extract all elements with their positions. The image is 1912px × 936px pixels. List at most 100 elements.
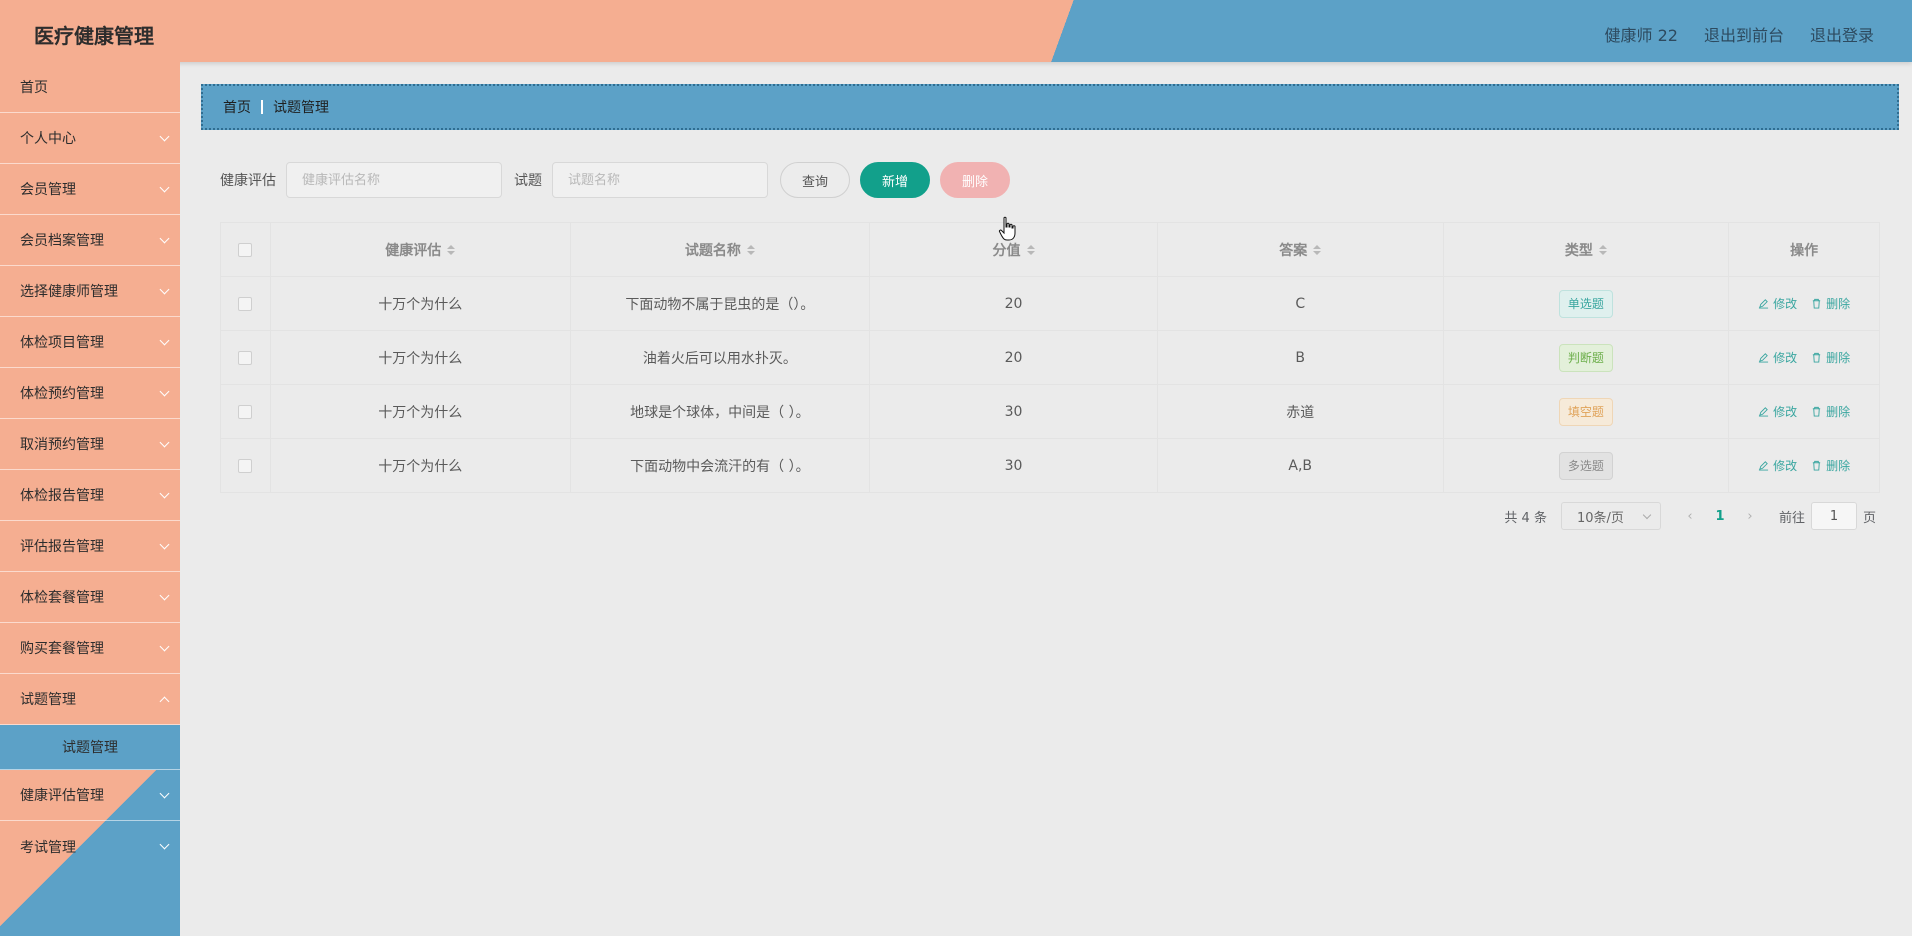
sidebar-item-label: 体检报告管理 xyxy=(20,488,104,504)
cell-question: 下面动物不属于昆虫的是（）。 xyxy=(571,277,871,330)
sort-icon[interactable] xyxy=(1313,244,1322,255)
delete-link[interactable]: 删除 xyxy=(1811,457,1850,474)
cell-actions: 修改 删除 xyxy=(1729,385,1879,438)
sort-icon[interactable] xyxy=(1598,244,1607,255)
sort-icon[interactable] xyxy=(1026,244,1035,255)
cell-assessment: 十万个为什么 xyxy=(271,277,571,330)
cell-assessment: 十万个为什么 xyxy=(271,439,571,492)
row-checkbox[interactable] xyxy=(238,350,253,365)
page-number[interactable]: 1 xyxy=(1705,509,1735,524)
cell-score: 30 xyxy=(870,439,1158,492)
chevron-down-icon xyxy=(159,233,170,244)
sidebar-item-select-advisor[interactable]: 选择健康师管理 xyxy=(0,266,180,317)
type-tag: 多选题 xyxy=(1558,451,1613,480)
edit-label: 修改 xyxy=(1773,297,1798,311)
select-all-checkbox[interactable] xyxy=(238,242,253,257)
prev-page-button[interactable]: ‹ xyxy=(1675,509,1705,524)
page-size-select[interactable]: 10条/页 xyxy=(1560,502,1661,530)
sidebar-item-exam-items[interactable]: 体检项目管理 xyxy=(0,317,180,368)
sidebar-item-exam-report[interactable]: 体检报告管理 xyxy=(0,470,180,521)
next-page-button[interactable]: › xyxy=(1735,509,1765,524)
table-row: 十万个为什么 下面动物不属于昆虫的是（）。 20 C 单选题 修改 删除 xyxy=(221,277,1879,331)
logout-link[interactable]: 退出登录 xyxy=(1810,22,1874,46)
sidebar-item-members[interactable]: 会员管理 xyxy=(0,164,180,215)
table-row: 十万个为什么 地球是个球体，中间是（ ）。 30 赤道 填空题 修改 删除 xyxy=(221,385,1879,439)
cell-answer: C xyxy=(1158,277,1444,330)
sidebar-item-label: 体检套餐管理 xyxy=(20,590,104,606)
row-checkbox[interactable] xyxy=(238,404,253,419)
sidebar-item-assess-report[interactable]: 评估报告管理 xyxy=(0,521,180,572)
question-search-input[interactable] xyxy=(552,162,768,198)
sidebar-item-home[interactable]: 首页 xyxy=(0,62,180,113)
type-tag: 填空题 xyxy=(1558,397,1613,426)
row-checkbox[interactable] xyxy=(238,458,253,473)
cell-type: 判断题 xyxy=(1444,331,1730,384)
sidebar-item-cancel-booking[interactable]: 取消预约管理 xyxy=(0,419,180,470)
table-row: 十万个为什么 下面动物中会流汗的有（ ）。 30 A,B 多选题 修改 删除 xyxy=(221,439,1879,492)
chevron-down-icon xyxy=(159,641,170,652)
cell-score: 20 xyxy=(870,331,1158,384)
chevron-down-icon xyxy=(159,839,170,850)
sidebar-item-member-files[interactable]: 会员档案管理 xyxy=(0,215,180,266)
sidebar-item-label: 取消预约管理 xyxy=(20,437,104,453)
sidebar-item-personal[interactable]: 个人中心 xyxy=(0,113,180,164)
trash-icon xyxy=(1812,298,1821,309)
column-header-assessment[interactable]: 健康评估 xyxy=(271,223,571,276)
total-count: 共 4 条 xyxy=(1504,510,1547,526)
sidebar-item-label: 会员档案管理 xyxy=(20,233,104,249)
goto-page-input[interactable] xyxy=(1810,502,1857,530)
edit-icon xyxy=(1758,299,1769,309)
goto-page: 前往 页 xyxy=(1779,502,1876,530)
query-button[interactable]: 查询 xyxy=(780,162,850,198)
hand-cursor-icon xyxy=(998,216,1016,241)
edit-label: 修改 xyxy=(1773,351,1798,365)
add-button[interactable]: 新增 xyxy=(860,162,930,198)
sidebar-item-packages[interactable]: 体检套餐管理 xyxy=(0,572,180,623)
edit-link[interactable]: 修改 xyxy=(1758,295,1797,312)
sidebar-item-label: 选择健康师管理 xyxy=(20,284,118,300)
sidebar-subitem-questions[interactable]: 试题管理 xyxy=(0,725,180,770)
edit-link[interactable]: 修改 xyxy=(1758,457,1797,474)
sidebar-item-label: 健康评估管理 xyxy=(20,788,104,804)
cell-answer: A,B xyxy=(1158,439,1444,492)
edit-link[interactable]: 修改 xyxy=(1758,403,1797,420)
sidebar-item-purchase-packages[interactable]: 购买套餐管理 xyxy=(0,623,180,674)
row-checkbox[interactable] xyxy=(238,296,253,311)
sidebar-item-label: 考试管理 xyxy=(20,839,76,856)
edit-link[interactable]: 修改 xyxy=(1758,349,1797,366)
trash-icon xyxy=(1812,460,1821,471)
sidebar-item-questions[interactable]: 试题管理 xyxy=(0,674,180,725)
questions-table: 健康评估 试题名称 分值 答案 类型 操作 十万个为什么 下面动物不属于昆虫的是… xyxy=(220,222,1880,493)
chevron-down-icon xyxy=(159,488,170,499)
trash-icon xyxy=(1812,406,1821,417)
breadcrumb-home[interactable]: 首页 xyxy=(223,97,251,117)
cell-answer: 赤道 xyxy=(1158,385,1444,438)
delete-button[interactable]: 删除 xyxy=(940,162,1010,198)
delete-link[interactable]: 删除 xyxy=(1811,295,1850,312)
sidebar-item-health-assessment[interactable]: 健康评估管理 xyxy=(0,770,180,821)
sidebar-item-label: 首页 xyxy=(20,80,48,96)
chevron-down-icon xyxy=(159,788,170,799)
column-header-label: 类型 xyxy=(1564,242,1593,259)
sort-icon[interactable] xyxy=(447,244,456,255)
column-header-answer[interactable]: 答案 xyxy=(1158,223,1444,276)
delete-link[interactable]: 删除 xyxy=(1811,349,1850,366)
assessment-search-input[interactable] xyxy=(286,162,502,198)
cell-actions: 修改 删除 xyxy=(1729,331,1879,384)
exit-to-front-link[interactable]: 退出到前台 xyxy=(1704,22,1784,46)
question-label: 试题 xyxy=(514,173,542,189)
breadcrumb-separator xyxy=(261,100,263,114)
edit-icon xyxy=(1758,353,1769,363)
edit-label: 修改 xyxy=(1773,459,1798,473)
sidebar-item-exam-booking[interactable]: 体检预约管理 xyxy=(0,368,180,419)
page-unit-label: 页 xyxy=(1862,510,1876,526)
sidebar-item-exams[interactable]: 考试管理 xyxy=(0,821,180,872)
cell-type: 多选题 xyxy=(1444,439,1730,492)
delete-label: 删除 xyxy=(1826,297,1851,311)
delete-link[interactable]: 删除 xyxy=(1811,403,1850,420)
delete-label: 删除 xyxy=(1826,459,1851,473)
column-header-type[interactable]: 类型 xyxy=(1444,223,1730,276)
sort-icon[interactable] xyxy=(746,244,755,255)
column-header-question[interactable]: 试题名称 xyxy=(571,223,871,276)
sidebar-item-label: 会员管理 xyxy=(20,182,76,198)
